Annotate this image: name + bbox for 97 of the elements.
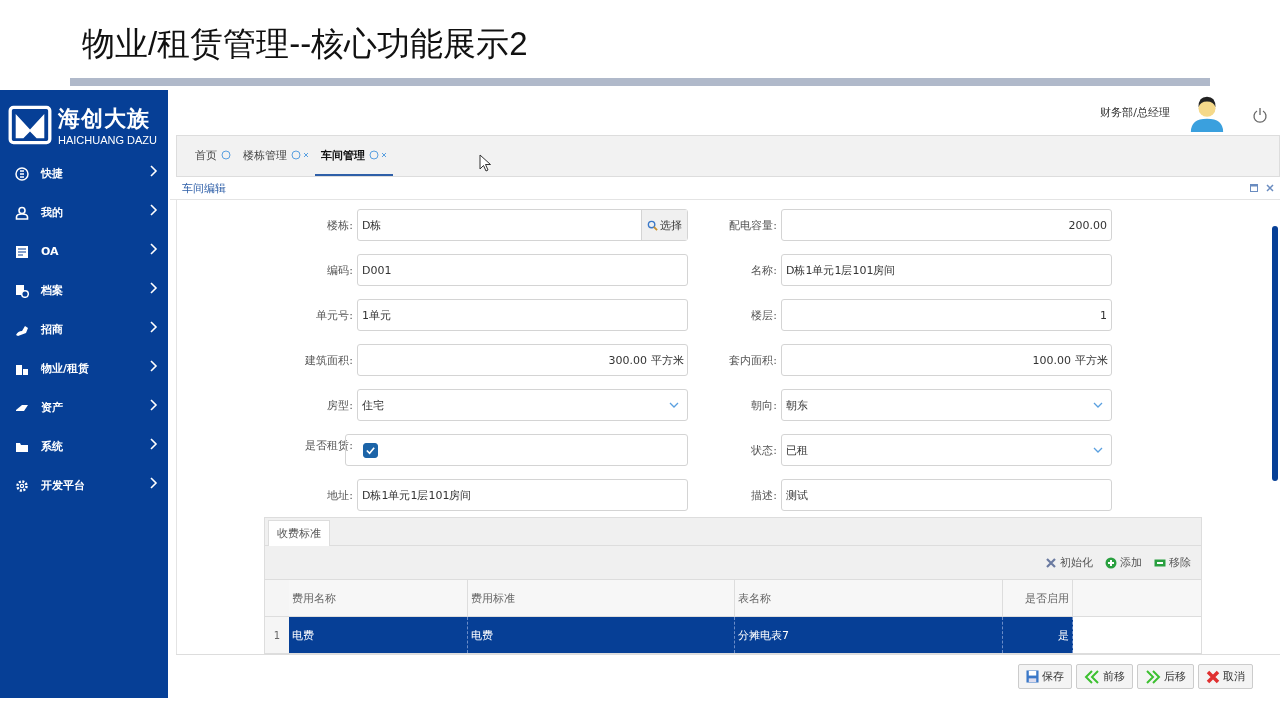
save-button[interactable]: 保存 [1018, 664, 1072, 689]
logo-icon [8, 105, 52, 145]
input-field[interactable]: D栋1单元1层101房间 [357, 479, 688, 511]
dropdown[interactable]: 住宅 [357, 389, 688, 421]
sidebar-item[interactable]: 资产 [0, 388, 168, 427]
slide-title: 物业/租赁管理--核心功能展示2 [81, 24, 529, 64]
chevron-icon [150, 320, 158, 333]
sidebar-item[interactable]: 物业/租赁 [0, 349, 168, 388]
field-label: 地址: [326, 487, 353, 503]
maximize-icon[interactable] [1250, 184, 1258, 192]
cross-icon [1206, 669, 1220, 684]
field-label: 编码: [326, 262, 353, 278]
column-header: 费用名称 [289, 580, 468, 616]
document-icon [15, 244, 29, 259]
next-button[interactable]: 后移 [1137, 664, 1194, 689]
cancel-button[interactable]: 取消 [1198, 664, 1253, 689]
column-header: 是否启用 [1003, 580, 1073, 616]
input-field[interactable]: 200.00 [781, 209, 1112, 241]
field-label: 单元号: [315, 307, 353, 323]
refresh-icon[interactable] [221, 150, 231, 160]
scrollbar-thumb[interactable] [1272, 226, 1278, 481]
user-name: 财务部/总经理 [1100, 105, 1170, 120]
caret-icon [1093, 447, 1103, 453]
field-label: 建筑面积: [304, 352, 353, 368]
table-cell: 电费 [289, 617, 468, 653]
tab[interactable]: 车间管理 [315, 136, 393, 176]
tab[interactable]: 首页 [189, 136, 237, 176]
chevron-icon [150, 437, 158, 450]
logo-name: 海创大族 [58, 105, 151, 133]
close-icon[interactable] [381, 152, 387, 158]
double-chevron-right-icon [1145, 669, 1161, 684]
crossed-tools-icon [1045, 556, 1057, 569]
input-field[interactable]: D栋 选择 [357, 209, 688, 241]
sidebar-item[interactable]: 招商 [0, 310, 168, 349]
field-label: 楼栋: [326, 217, 353, 233]
archive-icon [15, 283, 29, 298]
toolbar-button[interactable]: 初始化 [1045, 555, 1093, 570]
gear-icon [15, 478, 29, 493]
chevron-icon [150, 281, 158, 294]
field-label: 名称: [750, 262, 777, 278]
column-header: 表名称 [735, 580, 1003, 616]
field-label: 房型: [326, 397, 353, 413]
sidebar-item[interactable]: 档案 [0, 271, 168, 310]
chevron-icon [150, 476, 158, 489]
field-label: 套内面积: [728, 352, 777, 368]
dropdown[interactable]: 已租 [781, 434, 1112, 466]
check-icon [365, 444, 376, 456]
logo-subtitle: HAICHUANG DAZU [58, 134, 157, 146]
plus-icon [1105, 556, 1117, 569]
panel-title: 车间编辑 [182, 180, 226, 196]
toolbar-button[interactable]: 移除 [1154, 555, 1191, 570]
tab[interactable]: 收费标准 [268, 520, 330, 546]
chevron-icon [150, 164, 158, 177]
input-field[interactable]: D001 [357, 254, 688, 286]
input-field[interactable]: 100.00 平方米 [781, 344, 1112, 376]
chevron-icon [150, 359, 158, 372]
search-icon [647, 219, 658, 231]
table-cell: 电费 [468, 617, 735, 653]
refresh-icon[interactable] [369, 150, 379, 160]
user-icon [15, 205, 29, 220]
sidebar-item[interactable]: OA [0, 232, 168, 271]
input-field[interactable]: 1单元 [357, 299, 688, 331]
double-chevron-left-icon [1084, 669, 1100, 684]
previous-button[interactable]: 前移 [1076, 664, 1133, 689]
chevron-icon [150, 203, 158, 216]
field-label: 配电容量: [728, 217, 777, 233]
sidebar-item[interactable]: 快捷 [0, 154, 168, 193]
caret-icon [1093, 402, 1103, 408]
field-label: 朝向: [750, 397, 777, 413]
input-field[interactable]: 测试 [781, 479, 1112, 511]
close-icon[interactable] [1266, 184, 1274, 192]
dropdown[interactable]: 朝东 [781, 389, 1112, 421]
cursor-icon [479, 154, 491, 172]
table-cell: 是 [1003, 617, 1073, 653]
row-number: 1 [265, 617, 289, 653]
select-button[interactable]: 选择 [641, 210, 687, 240]
tab[interactable]: 楼栋管理 [237, 136, 315, 176]
checkbox[interactable] [363, 442, 378, 458]
toolbar-button[interactable]: 添加 [1105, 555, 1142, 570]
input-field[interactable]: D栋1单元1层101房间 [781, 254, 1112, 286]
table-cell: 分摊电表7 [735, 617, 1003, 653]
field-label: 楼层: [750, 307, 777, 323]
field-label: 描述: [750, 487, 777, 503]
sidebar-item[interactable]: 开发平台 [0, 466, 168, 505]
caret-icon [669, 402, 679, 408]
sidebar-item[interactable]: 系统 [0, 427, 168, 466]
refresh-icon[interactable] [291, 150, 301, 160]
input-field[interactable]: 1 [781, 299, 1112, 331]
chevron-icon [150, 242, 158, 255]
input-field[interactable]: 300.00 平方米 [357, 344, 688, 376]
chevron-icon [150, 398, 158, 411]
power-icon[interactable] [1252, 106, 1268, 123]
field-label: 状态: [750, 442, 777, 458]
list-circle-icon [15, 166, 29, 181]
close-icon[interactable] [303, 152, 309, 158]
sidebar-item[interactable]: 我的 [0, 193, 168, 232]
column-header: 费用标准 [468, 580, 735, 616]
